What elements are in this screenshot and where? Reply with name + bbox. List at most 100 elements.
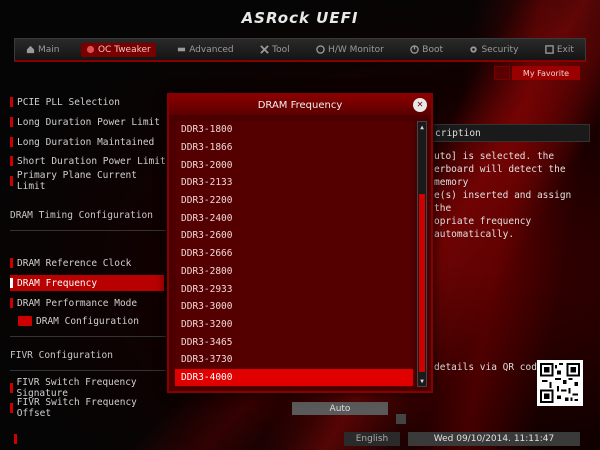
row-marker — [10, 97, 13, 107]
qr-code-caption: details via QR code — [434, 362, 543, 373]
dram-frequency-dialog: DRAM Frequency ✕ DDR3-1800 DDR3-1866 DDR… — [167, 93, 433, 393]
divider — [10, 336, 166, 337]
menu-advanced-label: Advanced — [189, 44, 234, 55]
option-ddr3-2666[interactable]: DDR3-2666 — [175, 245, 413, 263]
row-marker — [10, 117, 13, 127]
favorite-toggle[interactable] — [494, 66, 510, 80]
setting-dram-performance-mode[interactable]: DRAM Performance Mode — [10, 295, 166, 311]
monitor-icon — [316, 45, 325, 54]
row-marker — [10, 298, 13, 308]
setting-fivr-switch-signature[interactable]: FIVR Switch Frequency Signature — [10, 377, 166, 399]
menu-exit-label: Exit — [556, 44, 574, 55]
menu-oc-tweaker-label: OC Tweaker — [97, 44, 151, 55]
header: ASRock UEFI — [0, 0, 600, 36]
language-button[interactable]: English — [344, 432, 400, 446]
exit-icon — [545, 45, 554, 54]
setting-short-duration-power[interactable]: Short Duration Power Limit — [10, 153, 166, 169]
setting-label: DRAM Frequency — [17, 277, 98, 289]
option-ddr3-2200[interactable]: DDR3-2200 — [175, 192, 413, 210]
setting-label: DRAM Configuration — [36, 315, 139, 327]
option-ddr3-2933[interactable]: DDR3-2933 — [175, 280, 413, 298]
scroll-up-icon[interactable]: ▲ — [418, 123, 426, 131]
menu-boot[interactable]: Boot — [405, 43, 448, 57]
row-marker — [10, 258, 13, 268]
description-title: cription — [430, 124, 590, 142]
rocket-icon — [86, 45, 95, 54]
description-line: erboard will detect the memory — [434, 164, 566, 188]
menu-main[interactable]: Main — [21, 43, 65, 57]
setting-label: Primary Plane Current Limit — [16, 170, 137, 192]
option-ddr3-2000[interactable]: DDR3-2000 — [175, 156, 413, 174]
menu-security[interactable]: Security — [464, 43, 523, 57]
close-icon[interactable]: ✕ — [413, 98, 427, 112]
folder-icon — [18, 316, 32, 326]
gear-icon — [470, 46, 478, 53]
divider — [10, 230, 166, 231]
setting-dram-configuration[interactable]: DRAM Configuration — [10, 313, 166, 329]
setting-fivr-switch-offset[interactable]: FIVR Switch Frequency Offset — [10, 397, 166, 419]
frequency-options-list: DDR3-1800 DDR3-1866 DDR3-2000 DDR3-2133 … — [175, 121, 413, 387]
menu-security-label: Security — [481, 44, 519, 55]
menu-hw-monitor[interactable]: H/W Monitor — [311, 43, 389, 57]
setting-label: Long Duration Maintained — [17, 136, 155, 148]
option-ddr3-3200[interactable]: DDR3-3200 — [175, 316, 413, 334]
my-favorite-button[interactable]: My Favorite — [512, 66, 580, 80]
footer-marker — [14, 434, 17, 444]
setting-label: FIVR Switch Frequency Offset — [16, 397, 137, 419]
menu-tool-label: Tool — [272, 44, 290, 55]
brand-logo: ASRock UEFI — [241, 9, 359, 27]
setting-label: DRAM Reference Clock — [17, 257, 132, 269]
option-ddr3-2400[interactable]: DDR3-2400 — [175, 209, 413, 227]
divider — [10, 370, 166, 371]
option-ddr3-2600[interactable]: DDR3-2600 — [175, 227, 413, 245]
power-icon — [410, 45, 420, 54]
scrollbar-thumb[interactable] — [419, 194, 425, 372]
row-marker — [10, 137, 13, 147]
setting-long-duration-power[interactable]: Long Duration Power Limit — [10, 114, 166, 130]
home-icon — [26, 45, 35, 54]
menu-oc-tweaker[interactable]: OC Tweaker — [80, 42, 156, 57]
setting-pcie-pll[interactable]: PCIE PLL Selection — [10, 94, 166, 110]
advanced-icon — [178, 47, 186, 52]
option-ddr3-1866[interactable]: DDR3-1866 — [175, 139, 413, 157]
list-scroll-down[interactable] — [396, 414, 406, 424]
menu-exit[interactable]: Exit — [540, 43, 579, 57]
section-fivr: FIVR Configuration — [10, 347, 166, 363]
description-line: opriate frequency automatically. — [434, 216, 532, 240]
top-menu-bar: Main OC Tweaker Advanced Tool H/W Monito… — [14, 38, 586, 62]
setting-label: Long Duration Power Limit — [17, 116, 160, 128]
setting-dram-reference-clock[interactable]: DRAM Reference Clock — [10, 255, 166, 271]
option-ddr3-3000[interactable]: DDR3-3000 — [175, 298, 413, 316]
menu-advanced[interactable]: Advanced — [172, 43, 238, 57]
datetime-display: Wed 09/10/2014. 11:11:47 — [408, 432, 580, 446]
setting-primary-plane-current[interactable]: Primary Plane Current Limit — [10, 170, 166, 192]
menu-tool[interactable]: Tool — [255, 43, 294, 57]
qr-code-image — [540, 363, 580, 403]
row-marker — [10, 278, 13, 288]
dialog-scrollbar[interactable]: ▲ ▼ — [417, 121, 427, 387]
setting-label: Short Duration Power Limit — [17, 155, 166, 167]
setting-label: PCIE PLL Selection — [17, 96, 120, 108]
section-label: FIVR Configuration — [10, 349, 113, 361]
option-ddr3-2800[interactable]: DDR3-2800 — [175, 263, 413, 281]
tool-icon — [260, 45, 269, 54]
setting-label: FIVR Switch Frequency Signature — [16, 377, 137, 399]
description-line: uto] is selected. the — [434, 151, 555, 162]
menu-hw-monitor-label: H/W Monitor — [328, 44, 384, 55]
setting-dram-frequency[interactable]: DRAM Frequency — [10, 275, 164, 291]
option-ddr3-4000[interactable]: DDR3-4000 — [175, 368, 413, 387]
option-ddr3-2133[interactable]: DDR3-2133 — [175, 174, 413, 192]
option-ddr3-3465[interactable]: DDR3-3465 — [175, 333, 413, 351]
menu-boot-label: Boot — [422, 44, 443, 55]
setting-long-duration-maintained[interactable]: Long Duration Maintained — [10, 134, 166, 150]
row-marker — [10, 383, 13, 393]
option-ddr3-1800[interactable]: DDR3-1800 — [175, 121, 413, 139]
qr-code — [537, 360, 583, 406]
option-value-auto[interactable]: Auto — [292, 402, 388, 415]
menu-main-label: Main — [38, 44, 60, 55]
scroll-down-icon[interactable]: ▼ — [418, 377, 426, 385]
description-line: e(s) inserted and assign the — [434, 190, 572, 214]
section-dram-timing: DRAM Timing Configuration — [10, 207, 166, 223]
row-marker — [10, 403, 13, 413]
option-ddr3-3730[interactable]: DDR3-3730 — [175, 351, 413, 369]
